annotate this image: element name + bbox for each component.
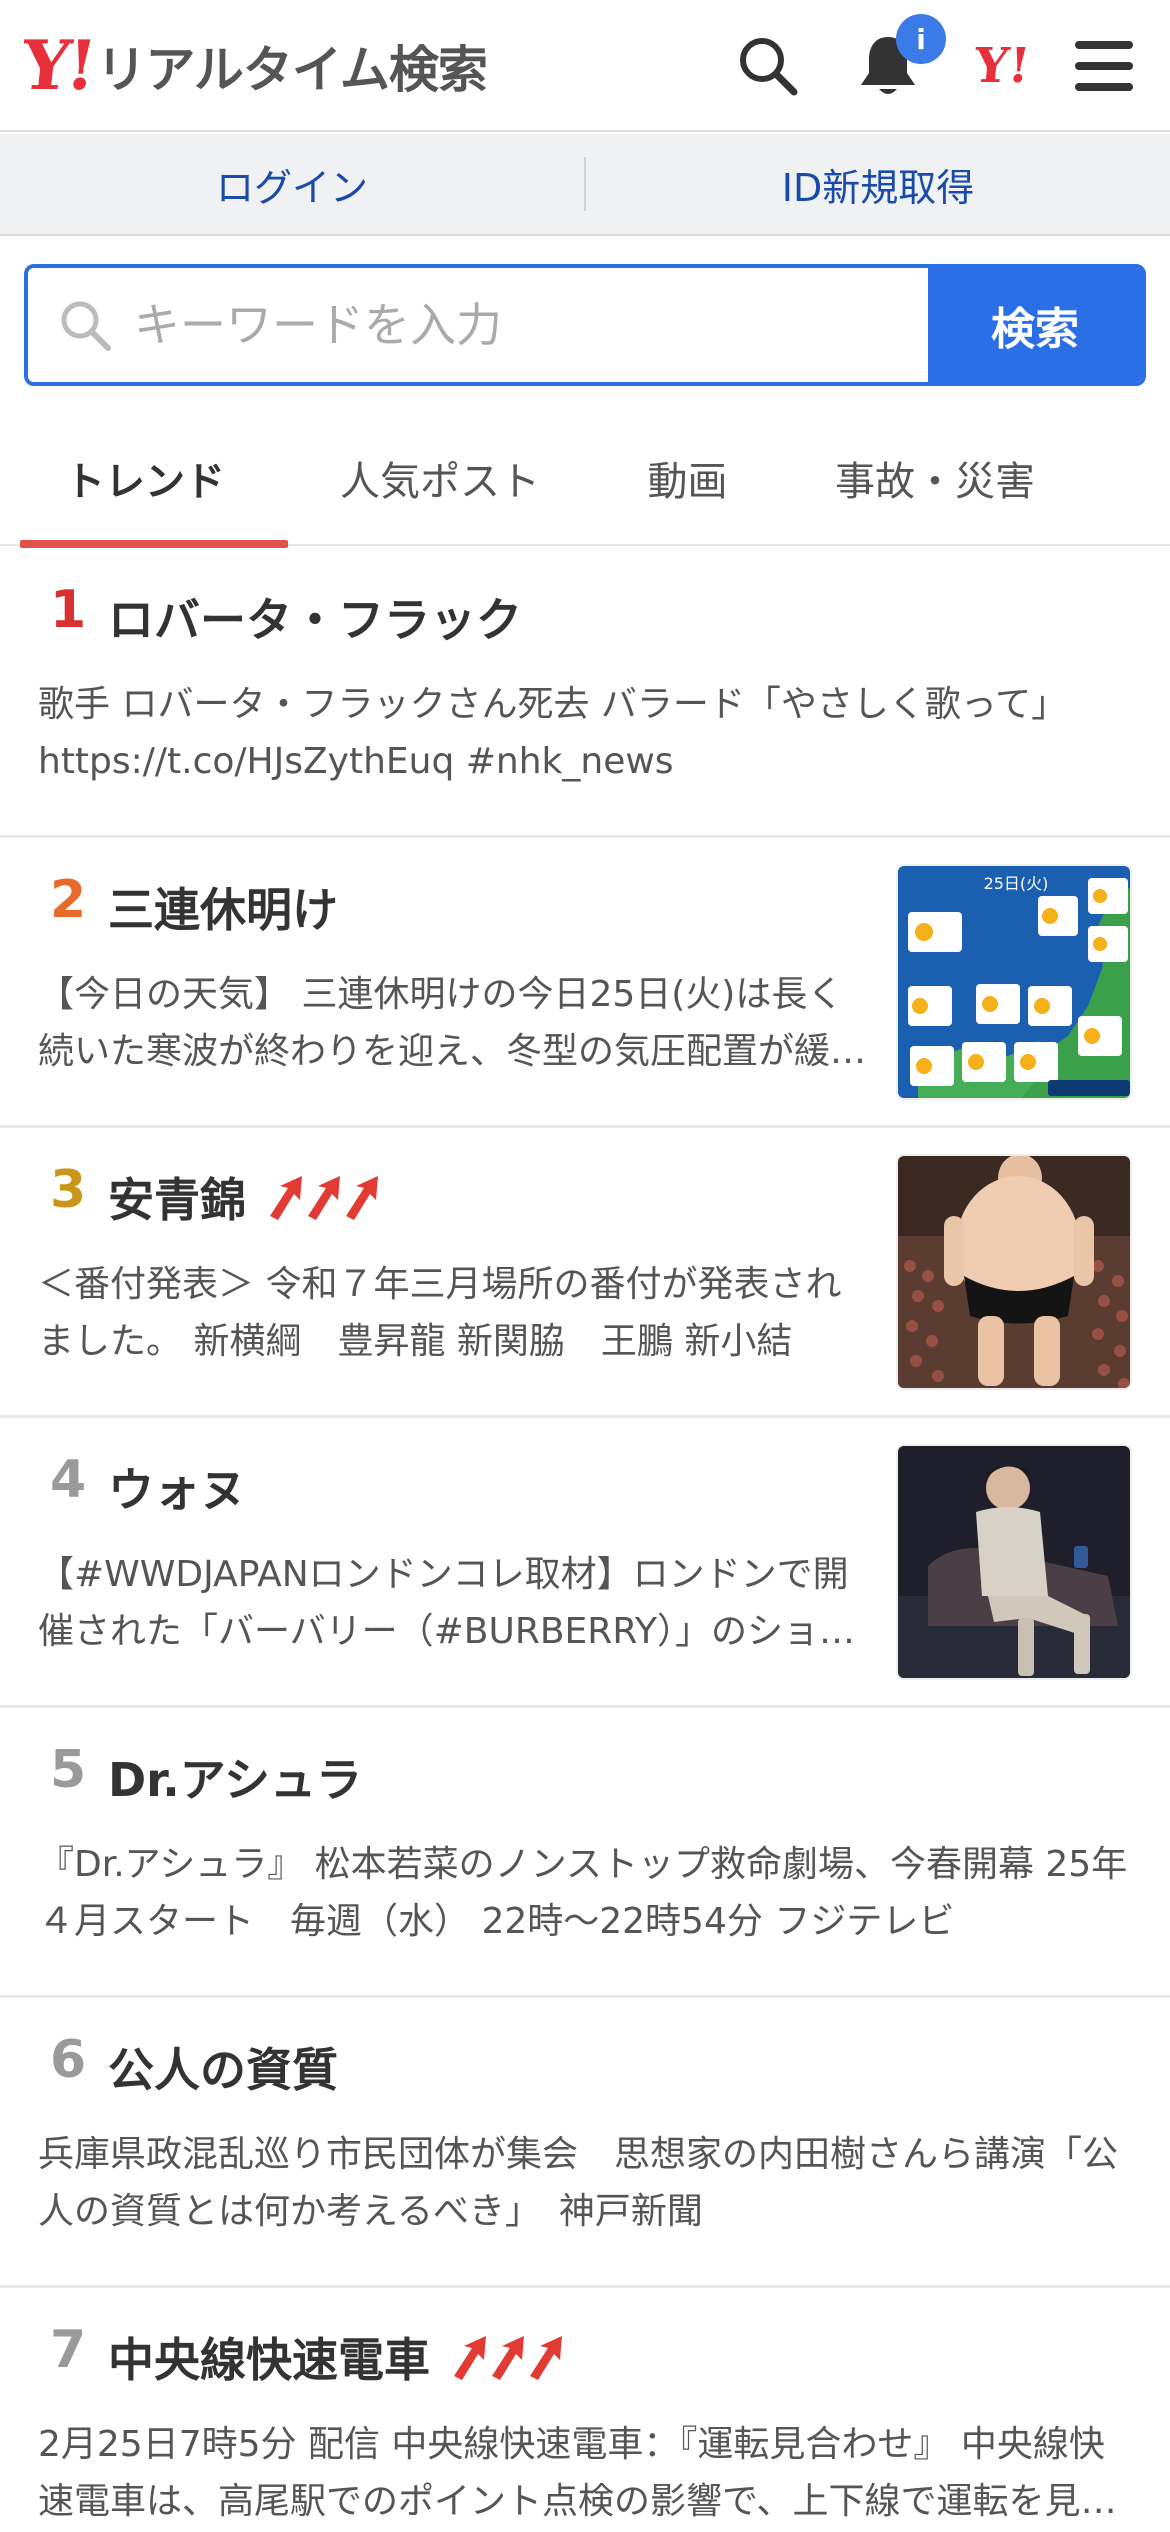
trend-description: 【今日の天気】 三連休明けの今日25日(火)は長く続いた寒波が終わりを迎え、冬型…: [38, 974, 867, 1072]
login-link[interactable]: ログイン: [0, 157, 584, 212]
tab-videos[interactable]: 動画: [590, 410, 785, 546]
signup-link[interactable]: ID新規取得: [586, 157, 1170, 212]
trend-title-text: ロバータ・フラック: [108, 593, 522, 647]
sumo-wrestler-thumbnail[interactable]: [896, 1154, 1132, 1390]
tab-trend[interactable]: トレンド: [0, 410, 290, 548]
search-input[interactable]: [134, 298, 834, 352]
trend-title[interactable]: 三連休明け: [108, 874, 338, 940]
trend-description: 【#WWDJAPANロンドンコレ取材】ロンドンで開催された「バーバリー（#BUR…: [38, 1554, 856, 1652]
trend-list: 1 ロバータ・フラック 歌手 ロバータ・フラックさん死去 バラード「やさしく歌っ…: [0, 548, 1170, 2532]
trend-title[interactable]: ウォヌ: [108, 1454, 246, 1520]
login-bar: ログイン ID新規取得: [0, 134, 1170, 236]
trend-title[interactable]: ロバータ・フラック: [108, 584, 522, 650]
trend-title[interactable]: 中央線快速電車: [108, 2324, 562, 2390]
app-header: Y! リアルタイム検索 i Y!: [0, 0, 1170, 132]
hamburger-menu-icon[interactable]: [1068, 30, 1140, 102]
yahoo-realtime-logo[interactable]: Y! リアルタイム検索: [18, 26, 488, 106]
trend-item[interactable]: 6 公人の資質 兵庫県政混乱巡り市民団体が集会 思想家の内田樹さんら講演「公人の…: [0, 1998, 1170, 2288]
trend-item[interactable]: 4 ウォヌ 【#WWDJAPANロンドンコレ取材】ロンドンで開催された「バーバリ…: [0, 1418, 1170, 1708]
rising-arrows-icon: [264, 1174, 378, 1220]
tab-accidents-disasters[interactable]: 事故・災害: [785, 410, 1085, 546]
search-form: 検索: [24, 264, 1146, 386]
trend-description: 歌手 ロバータ・フラックさん死去 バラード「やさしく歌って」 https://t…: [38, 684, 1068, 782]
yahoo-top-icon[interactable]: Y!: [962, 30, 1042, 102]
trend-rank: 5: [50, 1740, 87, 1800]
trend-description: 『Dr.アシュラ』 松本若菜のノンストップ救命劇場、今春開幕 25年４月スタート…: [38, 1844, 1128, 1942]
trend-item[interactable]: 7 中央線快速電車 2月25日7時5分 配信 中央線快速電車：『運転見合わせ』 …: [0, 2288, 1170, 2532]
search-button[interactable]: 検索: [928, 268, 1142, 382]
trend-rank: 1: [50, 580, 87, 640]
category-tabs: トレンド 人気ポスト 動画 事故・災害: [0, 410, 1170, 548]
trend-rank: 3: [50, 1160, 87, 1220]
trend-title[interactable]: 安青錦: [108, 1164, 378, 1230]
trend-title-text: 三連休明け: [108, 883, 338, 937]
trend-item[interactable]: 5 Dr.アシュラ 『Dr.アシュラ』 松本若菜のノンストップ救命劇場、今春開幕…: [0, 1708, 1170, 1998]
trend-item[interactable]: 2 三連休明け 【今日の天気】 三連休明けの今日25日(火)は長く続いた寒波が終…: [0, 838, 1170, 1128]
trend-title-text: 公人の資質: [108, 2043, 338, 2097]
trend-rank: 6: [50, 2030, 87, 2090]
notification-badge[interactable]: i: [896, 14, 946, 64]
trend-rank: 7: [50, 2320, 87, 2380]
trend-description: ＜番付発表＞ 令和７年三月場所の番付が発表されました。 新横綱 豊昇龍 新関脇 …: [38, 1264, 842, 1362]
trend-description: 2月25日7時5分 配信 中央線快速電車：『運転見合わせ』 中央線快速電車は、高…: [38, 2424, 1117, 2522]
trend-title[interactable]: 公人の資質: [108, 2034, 338, 2100]
trend-title-text: 中央線快速電車: [108, 2333, 430, 2387]
search-field[interactable]: [28, 268, 928, 382]
trend-rank: 4: [50, 1450, 87, 1510]
trend-title-text: Dr.アシュラ: [108, 1753, 362, 1807]
trend-item[interactable]: 3 安青錦 ＜番付発表＞ 令和７年三月場所の番付が発表されました。 新横綱 豊昇…: [0, 1128, 1170, 1418]
weather-map-thumbnail[interactable]: 25日(火): [896, 864, 1132, 1100]
tab-popular-posts[interactable]: 人気ポスト: [290, 410, 590, 546]
trend-title[interactable]: Dr.アシュラ: [108, 1744, 362, 1810]
rising-arrows-icon: [448, 2334, 562, 2380]
magnifier-icon: [61, 301, 111, 351]
yahoo-logo-mark: Y!: [17, 26, 97, 106]
trend-item[interactable]: 1 ロバータ・フラック 歌手 ロバータ・フラックさん死去 バラード「やさしく歌っ…: [0, 548, 1170, 838]
trend-title-text: ウォヌ: [108, 1463, 246, 1517]
trend-rank: 2: [50, 870, 87, 930]
trend-description: 兵庫県政混乱巡り市民団体が集会 思想家の内田樹さんら講演「公人の資質とは何か考え…: [38, 2134, 1119, 2232]
trend-title-text: 安青錦: [108, 1173, 246, 1227]
seated-man-thumbnail[interactable]: [896, 1444, 1132, 1680]
logo-title: リアルタイム検索: [96, 41, 487, 99]
search-icon[interactable]: [732, 30, 804, 102]
weather-date-label: 25日(火): [984, 874, 1049, 893]
